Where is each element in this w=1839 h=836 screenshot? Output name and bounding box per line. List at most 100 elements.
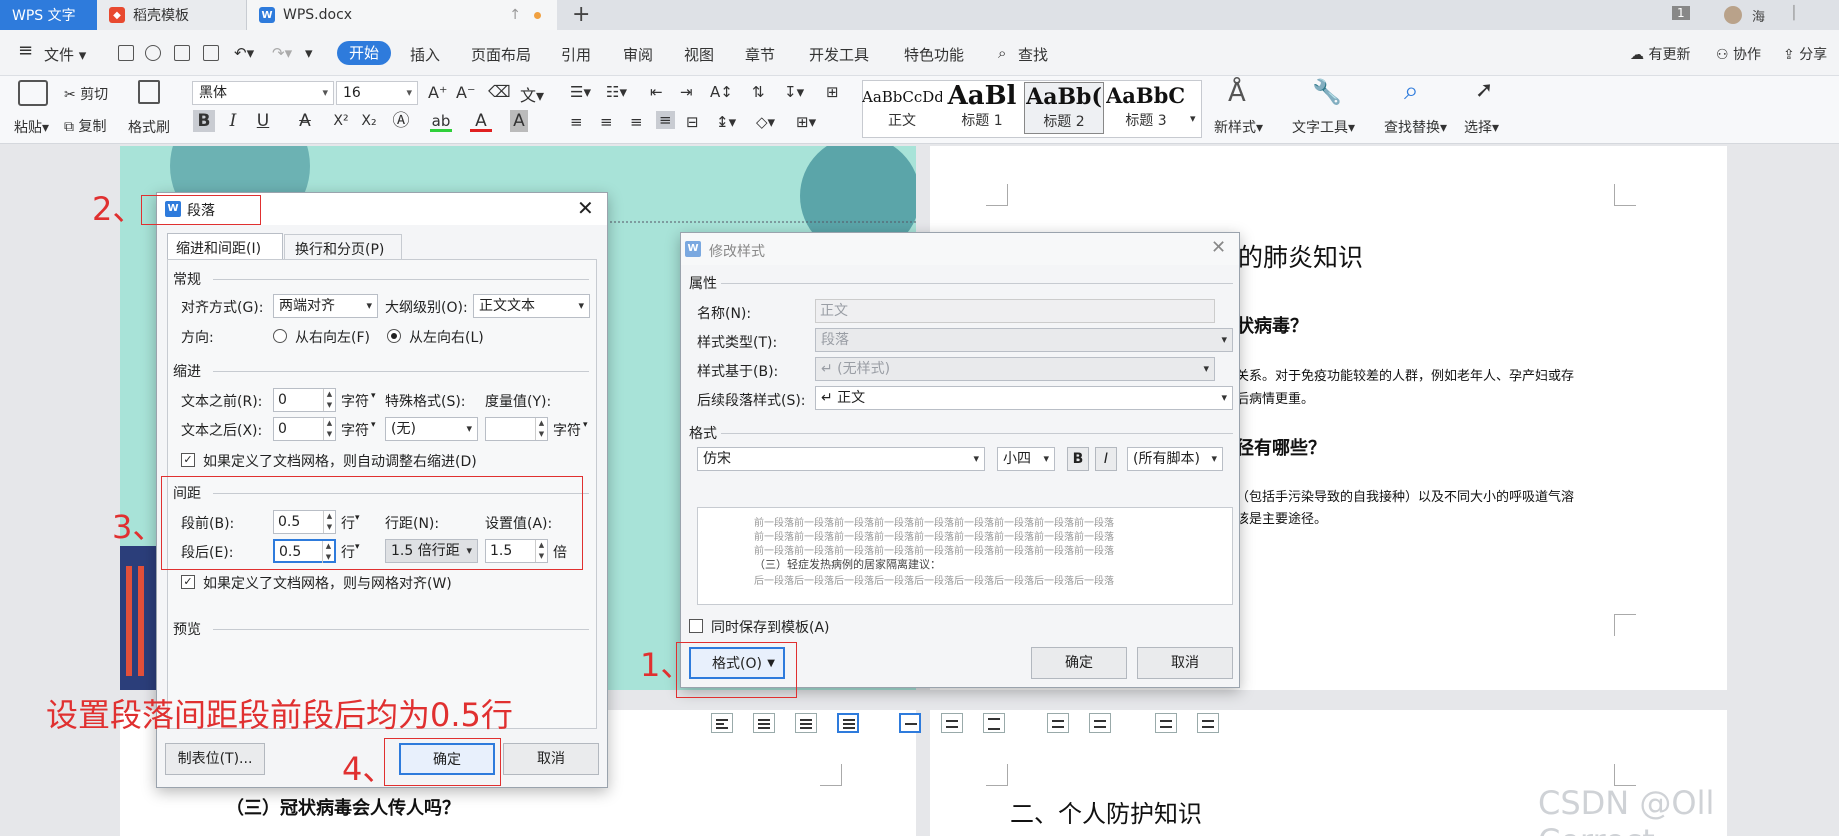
sort-icon[interactable]: ⇅ <box>752 83 765 101</box>
spinner-icon[interactable]: ▲ ▼ <box>323 389 335 411</box>
new-style-icon[interactable]: Å <box>1228 78 1246 108</box>
undo-icon[interactable]: ↶▾ <box>234 44 254 62</box>
space-before-up-icon[interactable] <box>1047 713 1069 733</box>
menu-file[interactable]: 文件 ▾ <box>44 44 86 65</box>
line-spacing-icon[interactable]: ↧▾ <box>784 83 804 101</box>
wrench-icon[interactable]: 🔧 <box>1312 78 1342 106</box>
paragraph-spacing-icon[interactable]: ↨▾ <box>716 113 736 131</box>
style-heading-2[interactable]: AaBb( 标题 2 <box>1024 82 1104 134</box>
style-ok-button[interactable]: 确定 <box>1031 647 1127 679</box>
menu-start[interactable]: 开始 <box>337 41 392 65</box>
border-icon[interactable]: ⊞▾ <box>796 113 816 131</box>
menu-review[interactable]: 审阅 <box>623 44 653 65</box>
menu-chapter[interactable]: 章节 <box>745 44 775 65</box>
share-button[interactable]: ⇪ 分享 <box>1783 44 1827 64</box>
style-heading-3[interactable]: AaBbC( 标题 3 <box>1106 82 1186 134</box>
save-icon[interactable] <box>118 45 134 61</box>
increase-indent-icon[interactable]: ⇥ <box>680 83 693 101</box>
collaborate-button[interactable]: ⚇ 协作 <box>1716 44 1761 64</box>
text-direction-icon[interactable]: A↕ <box>710 83 733 101</box>
tab-template[interactable]: ◆ 稻壳模板 <box>97 0 247 30</box>
doc-paragraph-1a[interactable]: 关系。对于免疫功能较差的人群，例如老年人、孕产妇或存 <box>1236 365 1574 384</box>
align-right-icon[interactable]: ≡ <box>630 113 643 131</box>
doc-paragraph-2b[interactable]: 该是主要途径。 <box>1236 508 1327 527</box>
indent-before-input[interactable]: 0 ▲ ▼ <box>273 388 336 412</box>
script-select[interactable]: (所有脚本) <box>1127 447 1223 471</box>
user-name[interactable]: 海 <box>1752 6 1765 25</box>
bullet-list-icon[interactable]: ☰▾ <box>570 83 591 101</box>
hamburger-icon[interactable]: ≡ <box>18 40 33 61</box>
style-normal[interactable]: AaBbCcDd 正文 <box>862 82 942 134</box>
menu-insert[interactable]: 插入 <box>410 44 440 65</box>
tab-stops-button[interactable]: 制表位(T)... <box>165 743 265 775</box>
clear-format-icon[interactable]: ⌫ <box>488 82 511 101</box>
shrink-font-icon[interactable]: A⁻ <box>456 83 475 102</box>
distribute-icon[interactable]: ⊟ <box>686 113 699 131</box>
menu-find[interactable]: 查找 <box>1018 44 1048 65</box>
format-painter-icon[interactable] <box>138 80 160 104</box>
format-painter-button[interactable]: 格式刷 <box>128 117 170 137</box>
decrease-indent-icon[interactable]: ⇤ <box>650 83 663 101</box>
align-right-icon[interactable] <box>795 713 817 733</box>
unit-dropdown-icon[interactable]: ▾ <box>583 420 588 430</box>
rtl-radio[interactable] <box>273 329 287 343</box>
print-icon[interactable] <box>174 45 190 61</box>
auto-indent-checkbox[interactable]: ✓ <box>181 453 195 467</box>
next-style-select[interactable]: ↵ 正文 <box>815 386 1233 410</box>
window-count-badge[interactable]: 1 <box>1672 6 1690 20</box>
paste-icon[interactable] <box>18 80 48 106</box>
size-select[interactable]: 小四 <box>997 447 1055 471</box>
redo-icon[interactable]: ↷▾ <box>272 44 292 62</box>
select-button[interactable]: 选择▾ <box>1464 117 1499 137</box>
export-icon[interactable] <box>145 45 161 61</box>
paste-button[interactable]: 粘贴▾ <box>14 117 49 137</box>
font-name-select[interactable]: 黑体 <box>192 81 334 105</box>
spinner-icon[interactable]: ▲ ▼ <box>535 418 547 440</box>
cursor-icon[interactable]: ➚ <box>1475 78 1493 103</box>
ltr-radio[interactable] <box>387 329 401 343</box>
style-name-input[interactable]: 正文 <box>815 299 1215 323</box>
doc-question-1[interactable]: 状病毒？ <box>1236 312 1308 338</box>
style-cancel-button[interactable]: 取消 <box>1137 647 1233 679</box>
font-size-select[interactable]: 16 <box>336 81 418 105</box>
doc-heading-2[interactable]: 二、个人防护知识 <box>1010 794 1202 829</box>
align-left-icon[interactable] <box>711 713 733 733</box>
justify-icon[interactable]: ≡ <box>656 111 675 129</box>
superscript-icon[interactable]: X² <box>330 110 352 132</box>
outline-level-select[interactable]: 正文文本 <box>473 294 590 318</box>
grid-align-checkbox[interactable]: ✓ <box>181 575 195 589</box>
indent-decrease-icon[interactable] <box>1155 713 1177 733</box>
doc-question-2[interactable]: 径有哪些？ <box>1236 434 1326 460</box>
grow-font-icon[interactable]: A⁺ <box>428 83 447 102</box>
show-marks-icon[interactable]: ⊞ <box>826 83 839 101</box>
alignment-select[interactable]: 两端对齐 <box>273 294 378 318</box>
phonetic-icon[interactable]: 文▾ <box>520 82 544 106</box>
find-replace-button[interactable]: 查找替换▾ <box>1384 117 1447 137</box>
update-button[interactable]: ☁ 有更新 <box>1630 44 1690 64</box>
spinner-icon[interactable]: ▲ ▼ <box>323 418 335 440</box>
magnifier-icon[interactable]: ⌕ <box>1404 76 1419 107</box>
customize-icon[interactable]: ▾ <box>305 44 313 62</box>
doc-question-3[interactable]: （三）冠状病毒会人传人吗？ <box>226 794 460 820</box>
window-controls[interactable]: │ <box>1790 6 1798 21</box>
font-color-icon[interactable]: A <box>470 110 492 132</box>
underline-icon[interactable]: U <box>252 110 274 132</box>
char-shading-icon[interactable]: A <box>510 110 528 132</box>
strikethrough-icon[interactable]: A <box>294 110 316 132</box>
tab-line-page-break[interactable]: 换行和分页(P) <box>284 234 402 259</box>
user-avatar[interactable] <box>1724 6 1742 24</box>
style-based-select[interactable]: ↵ (无样式) <box>815 357 1215 381</box>
subscript-icon[interactable]: X₂ <box>358 110 380 132</box>
menu-view[interactable]: 视图 <box>684 44 714 65</box>
single-spacing-icon[interactable] <box>899 713 921 733</box>
onehalf-spacing-icon[interactable] <box>941 713 963 733</box>
gallery-more-icon[interactable]: ▾ <box>1190 112 1196 125</box>
menu-features[interactable]: 特色功能 <box>904 44 964 65</box>
copy-button[interactable]: ⧉ 复制 <box>64 116 106 136</box>
doc-heading[interactable]: 的肺炎知识 <box>1238 238 1363 274</box>
unit-dropdown-icon[interactable]: ▾ <box>371 391 376 401</box>
tab-indent-spacing[interactable]: 缩进和间距(I) <box>167 233 283 259</box>
cut-button[interactable]: ✂ 剪切 <box>64 84 108 104</box>
menu-references[interactable]: 引用 <box>561 44 591 65</box>
bold-icon[interactable]: B <box>193 110 215 132</box>
